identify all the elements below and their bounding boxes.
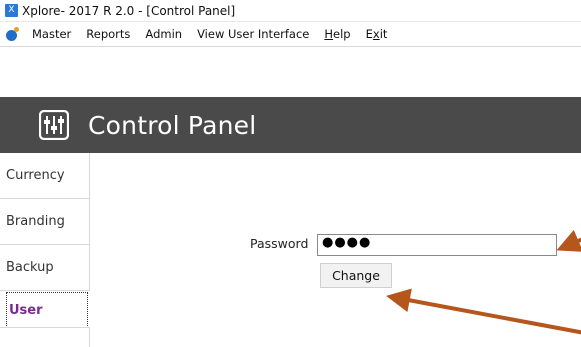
window-title: Xplore- 2017 R 2.0 - [Control Panel] — [22, 3, 236, 18]
tab-branding[interactable]: Branding — [0, 199, 90, 245]
app-menu-icon[interactable] — [4, 26, 20, 42]
tab-placeholder — [0, 327, 90, 347]
title-bar: X Xplore- 2017 R 2.0 - [Control Panel] — [0, 0, 581, 22]
arrow-to-change — [386, 288, 581, 335]
header-banner: Control Panel — [0, 97, 581, 153]
tab-user[interactable]: User — [6, 292, 88, 328]
menu-master[interactable]: Master — [32, 27, 71, 41]
password-label: Password — [250, 236, 309, 251]
menu-view-user-interface[interactable]: View User Interface — [197, 27, 309, 41]
page-title: Control Panel — [88, 110, 257, 140]
menu-exit[interactable]: Exit — [366, 27, 388, 41]
menu-reports[interactable]: Reports — [86, 27, 130, 41]
menu-help[interactable]: Help — [324, 27, 350, 41]
sliders-icon — [38, 109, 70, 141]
arrow-to-password — [556, 229, 581, 252]
app-window: X Xplore- 2017 R 2.0 - [Control Panel] M… — [0, 0, 581, 347]
menu-bar: Master Reports Admin View User Interface… — [0, 22, 581, 46]
app-icon: X — [5, 4, 18, 17]
password-field[interactable]: ●●●● — [317, 234, 557, 256]
tab-backup[interactable]: Backup — [0, 245, 90, 291]
change-button[interactable]: Change — [320, 263, 392, 288]
menu-admin[interactable]: Admin — [145, 27, 182, 41]
tab-currency[interactable]: Currency — [0, 153, 90, 199]
toolbar-area — [0, 46, 581, 97]
